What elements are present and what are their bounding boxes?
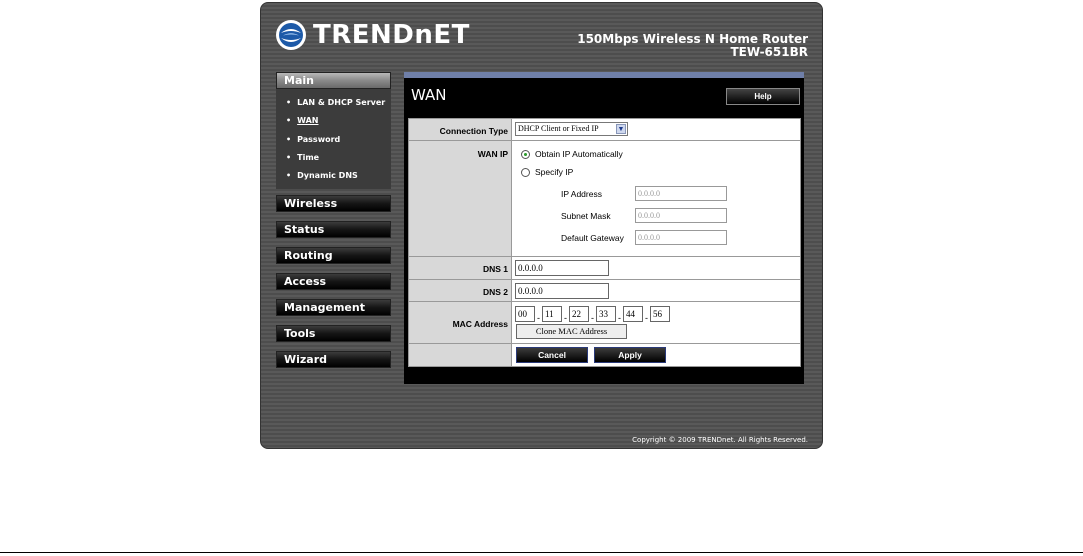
row-actions: Cancel Apply: [409, 344, 800, 366]
obtain-ip-radio[interactable]: [521, 150, 530, 159]
sidebar: Main • LAN & DHCP Server • WAN • Password •…: [276, 72, 392, 377]
bullet-icon: •: [286, 134, 292, 144]
dns2-input[interactable]: 0.0.0.0: [515, 283, 609, 299]
connection-type-value: DHCP Client or Fixed IP: [518, 124, 599, 133]
apply-button[interactable]: Apply: [594, 347, 666, 363]
mac-octet-1[interactable]: 00: [515, 306, 535, 322]
wan-form: Connection Type DHCP Client or Fixed IP …: [408, 118, 801, 367]
row-dns2: DNS 2 0.0.0.0: [409, 280, 800, 302]
copyright: Copyright © 2009 TRENDnet. All Rights Re…: [632, 436, 808, 444]
accent-bar: [404, 72, 804, 78]
nav-routing[interactable]: Routing: [276, 247, 391, 265]
gateway-input[interactable]: 0.0.0.0: [635, 230, 727, 245]
product-name: 150Mbps Wireless N Home Router TEW-651BR: [577, 33, 808, 59]
row-wan-ip: WAN IP Obtain IP Automatically Specify I…: [409, 141, 800, 257]
router-frame: TRENDnET 150Mbps Wireless N Home Router …: [260, 2, 823, 449]
help-button[interactable]: Help: [726, 88, 800, 105]
subitem-wan[interactable]: • WAN: [276, 112, 391, 130]
nav-wizard[interactable]: Wizard: [276, 351, 391, 369]
specify-ip-label: Specify IP: [535, 167, 574, 177]
main-submenu: • LAN & DHCP Server • WAN • Password • Time …: [276, 89, 391, 190]
subitem-dynamic-dns[interactable]: • Dynamic DNS: [276, 167, 391, 185]
cancel-button[interactable]: Cancel: [516, 347, 588, 363]
subnet-mask-input[interactable]: 0.0.0.0: [635, 208, 727, 223]
nav-wireless[interactable]: Wireless: [276, 195, 391, 213]
logo: TRENDnET: [275, 19, 470, 51]
mac-octet-6[interactable]: 56: [650, 306, 670, 322]
connection-type-select[interactable]: DHCP Client or Fixed IP ▼: [515, 122, 628, 136]
ip-address-label: IP Address: [561, 189, 602, 199]
dns1-input[interactable]: 0.0.0.0: [515, 260, 609, 276]
wan-ip-label: WAN IP: [477, 149, 508, 159]
row-dns1: DNS 1 0.0.0.0: [409, 257, 800, 280]
specify-ip-radio[interactable]: [521, 168, 530, 177]
mac-address-label: MAC Address: [452, 319, 508, 329]
subitem-password[interactable]: • Password: [276, 131, 391, 149]
subnet-mask-label: Subnet Mask: [561, 211, 611, 221]
connection-type-label: Connection Type: [439, 126, 508, 136]
row-connection-type: Connection Type DHCP Client or Fixed IP …: [409, 119, 800, 141]
dns2-label: DNS 2: [482, 287, 508, 297]
subitem-time[interactable]: • Time: [276, 149, 391, 167]
content-panel: WAN Help Connection Type DHCP Client or …: [404, 72, 804, 384]
brand-name: TRENDnET: [313, 20, 470, 50]
mac-octet-4[interactable]: 33: [596, 306, 616, 322]
divider: [0, 552, 1083, 553]
mac-octet-2[interactable]: 11: [542, 306, 562, 322]
model-number: TEW-651BR: [730, 45, 809, 59]
nav-access[interactable]: Access: [276, 273, 391, 291]
nav-management[interactable]: Management: [276, 299, 391, 317]
nav-main[interactable]: Main: [276, 72, 391, 89]
page-title: WAN: [411, 86, 447, 104]
header: TRENDnET 150Mbps Wireless N Home Router …: [261, 3, 822, 65]
chevron-down-icon: ▼: [616, 124, 626, 134]
mac-octet-3[interactable]: 22: [569, 306, 589, 322]
nav-status[interactable]: Status: [276, 221, 391, 239]
bullet-icon: •: [286, 171, 292, 181]
clone-mac-button[interactable]: Clone MAC Address: [516, 324, 627, 339]
bullet-icon: •: [286, 98, 292, 107]
bullet-icon: •: [286, 116, 292, 126]
trendnet-logo-icon: [276, 20, 306, 50]
subitem-lan-dhcp[interactable]: • LAN & DHCP Server: [276, 94, 391, 112]
ip-address-input[interactable]: 0.0.0.0: [635, 186, 727, 201]
row-mac-address: MAC Address 00 - 11 - 22 - 33 - 44 - 56 …: [409, 302, 800, 344]
mac-octet-5[interactable]: 44: [623, 306, 643, 322]
bullet-icon: •: [286, 152, 292, 162]
gateway-label: Default Gateway: [561, 233, 624, 243]
nav-tools[interactable]: Tools: [276, 325, 391, 343]
obtain-ip-label: Obtain IP Automatically: [535, 149, 623, 159]
dns1-label: DNS 1: [482, 264, 508, 274]
